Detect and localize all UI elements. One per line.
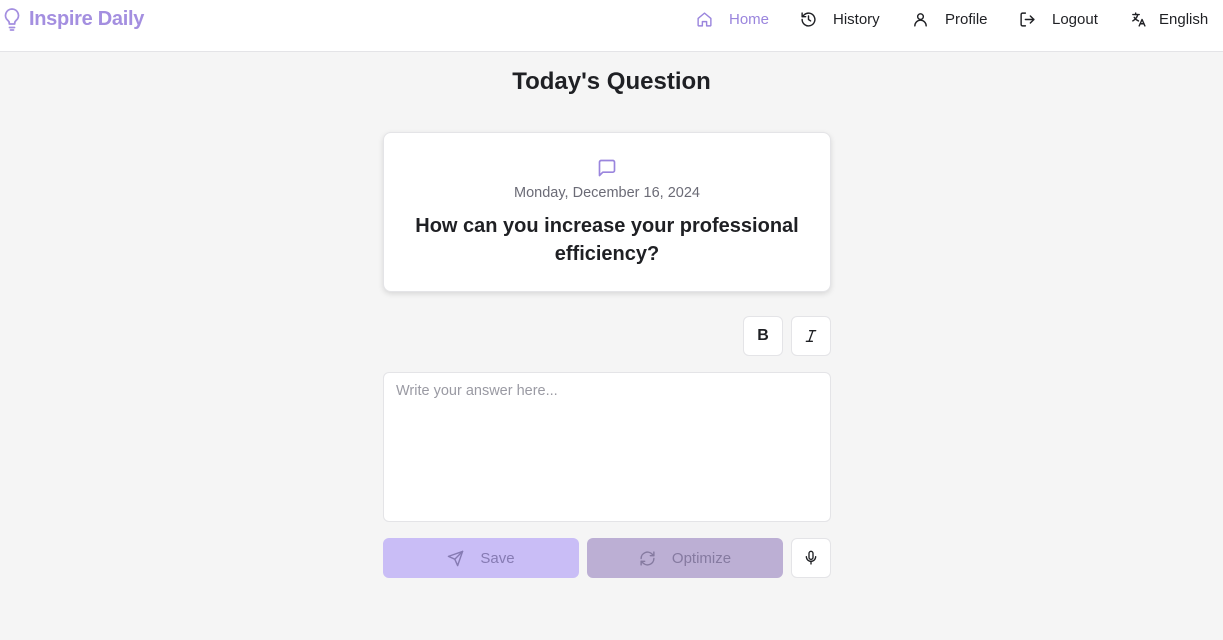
page-title: Today's Question	[512, 68, 711, 95]
nav-home[interactable]: Home	[696, 9, 769, 29]
italic-icon	[805, 330, 817, 342]
logout-icon	[1020, 11, 1035, 27]
question-card: Monday, December 16, 2024 How can you in…	[383, 132, 831, 292]
top-navbar: Inspire Daily Home History Profile Logou…	[0, 0, 1223, 52]
nav-profile[interactable]: Profile	[912, 9, 988, 29]
brand-logo[interactable]: Inspire Daily	[2, 7, 144, 31]
microphone-icon	[805, 550, 817, 565]
home-icon	[697, 11, 712, 27]
language-selector[interactable]: English	[1130, 9, 1208, 29]
nav-home-label: Home	[729, 10, 770, 28]
bold-button[interactable]: B	[743, 316, 783, 356]
nav-history[interactable]: History	[800, 9, 880, 29]
lightbulb-icon	[4, 8, 20, 31]
optimize-label: Optimize	[671, 549, 732, 567]
answer-input[interactable]	[383, 372, 831, 522]
nav-logout-label: Logout	[1052, 10, 1098, 28]
chat-icon	[598, 159, 616, 177]
history-icon	[801, 11, 816, 27]
nav-profile-label: Profile	[945, 10, 988, 28]
question-text: How can you increase your professional e…	[415, 215, 799, 265]
question-date: Monday, December 16, 2024	[514, 185, 700, 201]
save-label: Save	[480, 549, 515, 567]
nav-history-label: History	[833, 10, 880, 28]
language-icon	[1132, 11, 1146, 27]
italic-button[interactable]	[791, 316, 831, 356]
user-icon	[914, 12, 927, 27]
save-button[interactable]: Save	[383, 538, 579, 578]
refresh-icon	[640, 550, 655, 566]
send-icon	[448, 550, 464, 566]
microphone-button[interactable]	[791, 538, 831, 578]
nav-logout[interactable]: Logout	[1019, 9, 1098, 29]
optimize-button[interactable]: Optimize	[587, 538, 783, 578]
brand-name: Inspire Daily	[29, 7, 145, 30]
language-label: English	[1159, 10, 1209, 28]
